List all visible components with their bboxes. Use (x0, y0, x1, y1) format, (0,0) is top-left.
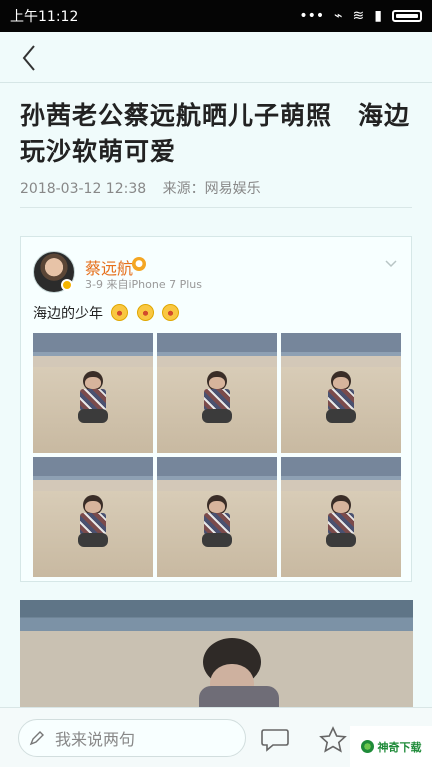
article-date: 2018-03-12 12:38 (20, 181, 147, 197)
child-shirt (328, 389, 354, 411)
child-legs (78, 409, 108, 423)
child-face (85, 501, 101, 513)
signal-icon: ▮ (374, 8, 382, 24)
laughing-emoji-icon (111, 304, 129, 321)
child-shirt (80, 389, 106, 411)
photo-thumbnail[interactable] (157, 333, 277, 453)
child-legs (326, 533, 356, 547)
child-figure (324, 495, 358, 549)
post-text: 海边的少年 (33, 303, 180, 323)
photo-thumbnail[interactable] (33, 457, 153, 577)
child-figure (76, 495, 110, 549)
photo-thumbnail[interactable] (281, 457, 401, 577)
photo-thumbnail[interactable] (33, 333, 153, 453)
chevron-down-icon[interactable] (383, 255, 399, 271)
back-arrow-icon[interactable] (14, 42, 46, 74)
member-badge-icon: ● (132, 257, 146, 271)
star-icon[interactable] (318, 726, 348, 754)
child-shirt (328, 513, 354, 535)
child-figure (324, 371, 358, 425)
header-divider (0, 82, 432, 83)
photo-grid (33, 333, 402, 577)
post-body-text: 海边的少年 (33, 306, 103, 322)
dots-icon: ••• (299, 8, 325, 24)
child-face (85, 377, 101, 389)
brand-logo-icon (360, 740, 374, 753)
article-meta: 2018-03-12 12:38 来源：网易娱乐 (20, 178, 273, 198)
navigation-bar (0, 32, 432, 84)
status-bar: 上午11:12 ••• ⌁ ≋ ▮ (0, 0, 432, 32)
child-face (209, 501, 225, 513)
child-face (333, 377, 349, 389)
child-shirt (204, 513, 230, 535)
child-legs (78, 533, 108, 547)
vibrate-icon: ⌁ (334, 8, 343, 24)
child-shirt (80, 513, 106, 535)
post-meta: 3-9 来自iPhone 7 Plus (85, 278, 202, 291)
photo-thumbnail[interactable] (157, 457, 277, 577)
child-shirt (204, 389, 230, 411)
article-image[interactable] (20, 600, 413, 710)
child-legs (202, 533, 232, 547)
watermark-text: 神奇下载 (377, 740, 422, 754)
article-source: 来源：网易娱乐 (162, 181, 261, 197)
child-figure (76, 371, 110, 425)
comment-input[interactable]: 我来说两句 (18, 719, 246, 757)
comment-icon[interactable] (260, 726, 290, 752)
watermark-logo: 神奇下载 (350, 726, 432, 767)
weibo-post-card: 蔡远航 ● 3-9 来自iPhone 7 Plus 海边的少年 (20, 236, 412, 582)
status-time: 上午11:12 (10, 9, 79, 25)
laughing-emoji-icon (162, 304, 180, 321)
wifi-icon: ≋ (352, 8, 365, 24)
child-face (209, 377, 225, 389)
laughing-emoji-icon (136, 304, 154, 321)
pencil-icon (29, 731, 44, 746)
photo-thumbnail[interactable] (281, 333, 401, 453)
child-figure (200, 371, 234, 425)
article-title: 孙茜老公蔡远航晒儿子萌照 海边玩沙软萌可爱 (20, 101, 411, 166)
child-legs (326, 409, 356, 423)
status-icons: ••• ⌁ ≋ ▮ (299, 8, 422, 24)
child-face (333, 501, 349, 513)
child-legs (202, 409, 232, 423)
meta-divider (20, 207, 412, 208)
child-figure (200, 495, 234, 549)
comment-placeholder: 我来说两句 (55, 730, 136, 749)
battery-icon (392, 10, 422, 22)
verified-badge-icon (61, 279, 73, 291)
